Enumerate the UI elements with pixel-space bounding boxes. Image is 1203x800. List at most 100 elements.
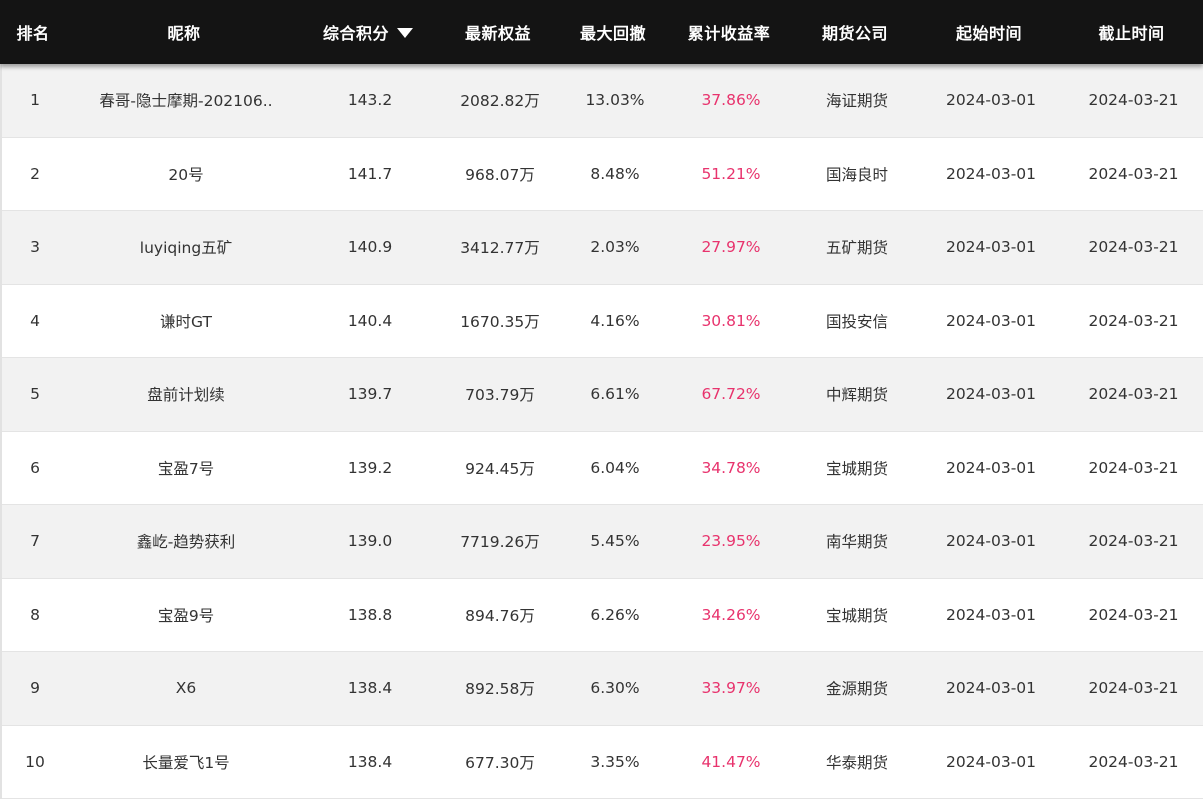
- table-row[interactable]: 6 宝盈7号 139.2 924.45万 6.04% 34.78% 宝城期货 2…: [2, 431, 1203, 505]
- cell-return: 34.26%: [701, 605, 761, 624]
- cell-drawdown: 6.61%: [590, 385, 640, 404]
- cell-start-date: 2024-03-01: [945, 752, 1037, 771]
- cell-nickname[interactable]: 长量爱飞1号: [68, 751, 304, 773]
- cell-return: 37.86%: [701, 91, 761, 110]
- cell-equity: 892.58万: [465, 680, 535, 699]
- cell-nickname[interactable]: 宝盈7号: [68, 457, 304, 479]
- cell-drawdown: 2.03%: [590, 238, 640, 257]
- cell-rank: 3: [30, 238, 40, 257]
- cell-end-date: 2024-03-21: [1088, 752, 1179, 771]
- cell-rank: 2: [30, 164, 40, 183]
- cell-company: 国投安信: [825, 312, 888, 331]
- cell-drawdown: 6.26%: [590, 605, 640, 624]
- cell-rank: 8: [30, 605, 40, 624]
- cell-score: 138.4: [347, 679, 393, 698]
- cell-return: 30.81%: [701, 311, 761, 330]
- cell-rank: 10: [25, 752, 45, 771]
- cell-equity: 2082.82万: [460, 92, 540, 111]
- header-equity: 最新权益: [464, 24, 531, 43]
- cell-nickname[interactable]: 鑫屹-趋势获利: [68, 530, 304, 552]
- cell-equity: 3412.77万: [460, 239, 540, 258]
- table-row[interactable]: 1 春哥-隐士摩期-202106.. 143.2 2082.82万 13.03%…: [2, 64, 1203, 138]
- cell-nickname[interactable]: 春哥-隐士摩期-202106..: [68, 89, 304, 111]
- cell-equity: 703.79万: [465, 386, 535, 405]
- table-row[interactable]: 2 20号 141.7 968.07万 8.48% 51.21% 国海良时 20…: [2, 137, 1203, 211]
- cell-score: 141.7: [347, 164, 393, 183]
- header-nickname: 昵称: [167, 24, 201, 43]
- sort-desc-icon[interactable]: [397, 28, 413, 38]
- cell-start-date: 2024-03-01: [945, 311, 1037, 330]
- cell-start-date: 2024-03-01: [945, 605, 1037, 624]
- table-row[interactable]: 10 长量爱飞1号 138.4 677.30万 3.35% 41.47% 华泰期…: [2, 725, 1203, 799]
- cell-rank: 5: [30, 385, 40, 404]
- header-drawdown: 最大回撤: [579, 24, 646, 43]
- cell-return: 27.97%: [701, 238, 761, 257]
- cell-company: 中辉期货: [825, 386, 888, 405]
- cell-drawdown: 6.04%: [590, 458, 640, 477]
- cell-drawdown: 13.03%: [585, 91, 645, 110]
- cell-drawdown: 4.16%: [590, 311, 640, 330]
- header-score-sortable[interactable]: 综合积分: [302, 20, 434, 44]
- cell-equity: 894.76万: [465, 606, 535, 625]
- cell-start-date: 2024-03-01: [945, 91, 1037, 110]
- header-start-date: 起始时间: [955, 24, 1022, 43]
- header-company: 期货公司: [821, 24, 888, 43]
- cell-end-date: 2024-03-21: [1088, 532, 1179, 551]
- header-return: 累计收益率: [687, 24, 771, 43]
- cell-return: 23.95%: [701, 532, 761, 551]
- cell-company: 金源期货: [825, 680, 888, 699]
- cell-start-date: 2024-03-01: [945, 385, 1037, 404]
- cell-end-date: 2024-03-21: [1088, 238, 1179, 257]
- cell-nickname[interactable]: X6: [68, 679, 304, 697]
- cell-score: 138.8: [347, 605, 393, 624]
- cell-drawdown: 5.45%: [590, 532, 640, 551]
- cell-end-date: 2024-03-21: [1088, 679, 1179, 698]
- table-row[interactable]: 4 谦时GT 140.4 1670.35万 4.16% 30.81% 国投安信 …: [2, 284, 1203, 358]
- cell-rank: 6: [30, 458, 40, 477]
- header-score-label: 综合积分: [322, 24, 389, 43]
- cell-drawdown: 8.48%: [590, 164, 640, 183]
- table-row[interactable]: 7 鑫屹-趋势获利 139.0 7719.26万 5.45% 23.95% 南华…: [2, 505, 1203, 579]
- cell-return: 34.78%: [701, 458, 761, 477]
- cell-score: 140.9: [347, 238, 393, 257]
- table-row[interactable]: 9 X6 138.4 892.58万 6.30% 33.97% 金源期货 202…: [2, 652, 1203, 726]
- table-row[interactable]: 3 luyiqing五矿 140.9 3412.77万 2.03% 27.97%…: [2, 211, 1203, 285]
- cell-nickname[interactable]: 20号: [68, 163, 304, 185]
- cell-company: 五矿期货: [825, 239, 888, 258]
- cell-score: 138.4: [347, 752, 393, 771]
- cell-company: 南华期货: [825, 533, 888, 552]
- cell-start-date: 2024-03-01: [945, 164, 1037, 183]
- cell-company: 宝城期货: [825, 459, 888, 478]
- cell-nickname[interactable]: 谦时GT: [68, 310, 304, 332]
- cell-rank: 9: [30, 679, 40, 698]
- cell-equity: 968.07万: [465, 165, 535, 184]
- cell-end-date: 2024-03-21: [1088, 311, 1179, 330]
- cell-start-date: 2024-03-01: [945, 679, 1037, 698]
- cell-nickname[interactable]: luyiqing五矿: [68, 236, 304, 258]
- cell-drawdown: 3.35%: [590, 752, 640, 771]
- cell-company: 华泰期货: [825, 753, 888, 772]
- cell-score: 139.2: [347, 458, 393, 477]
- cell-end-date: 2024-03-21: [1088, 458, 1179, 477]
- cell-score: 143.2: [347, 91, 393, 110]
- cell-return: 67.72%: [701, 385, 761, 404]
- cell-end-date: 2024-03-21: [1088, 385, 1179, 404]
- header-rank: 排名: [16, 24, 50, 43]
- cell-nickname[interactable]: 盘前计划续: [68, 383, 304, 405]
- cell-nickname[interactable]: 宝盈9号: [68, 604, 304, 626]
- cell-end-date: 2024-03-21: [1088, 164, 1179, 183]
- cell-end-date: 2024-03-21: [1088, 605, 1179, 624]
- table-row[interactable]: 8 宝盈9号 138.8 894.76万 6.26% 34.26% 宝城期货 2…: [2, 578, 1203, 652]
- cell-score: 140.4: [347, 311, 393, 330]
- cell-rank: 1: [30, 91, 40, 110]
- cell-start-date: 2024-03-01: [945, 458, 1037, 477]
- table-header: 排名 昵称 综合积分 最新权益 最大回撤 累计收益率 期货公司 起始时间 截止时…: [0, 0, 1203, 64]
- cell-rank: 7: [30, 532, 40, 551]
- cell-equity: 924.45万: [465, 459, 535, 478]
- cell-return: 51.21%: [701, 164, 761, 183]
- table-row[interactable]: 5 盘前计划续 139.7 703.79万 6.61% 67.72% 中辉期货 …: [2, 358, 1203, 432]
- cell-return: 33.97%: [701, 679, 761, 698]
- cell-end-date: 2024-03-21: [1088, 91, 1179, 110]
- header-end-date: 截止时间: [1098, 24, 1165, 43]
- cell-start-date: 2024-03-01: [945, 532, 1037, 551]
